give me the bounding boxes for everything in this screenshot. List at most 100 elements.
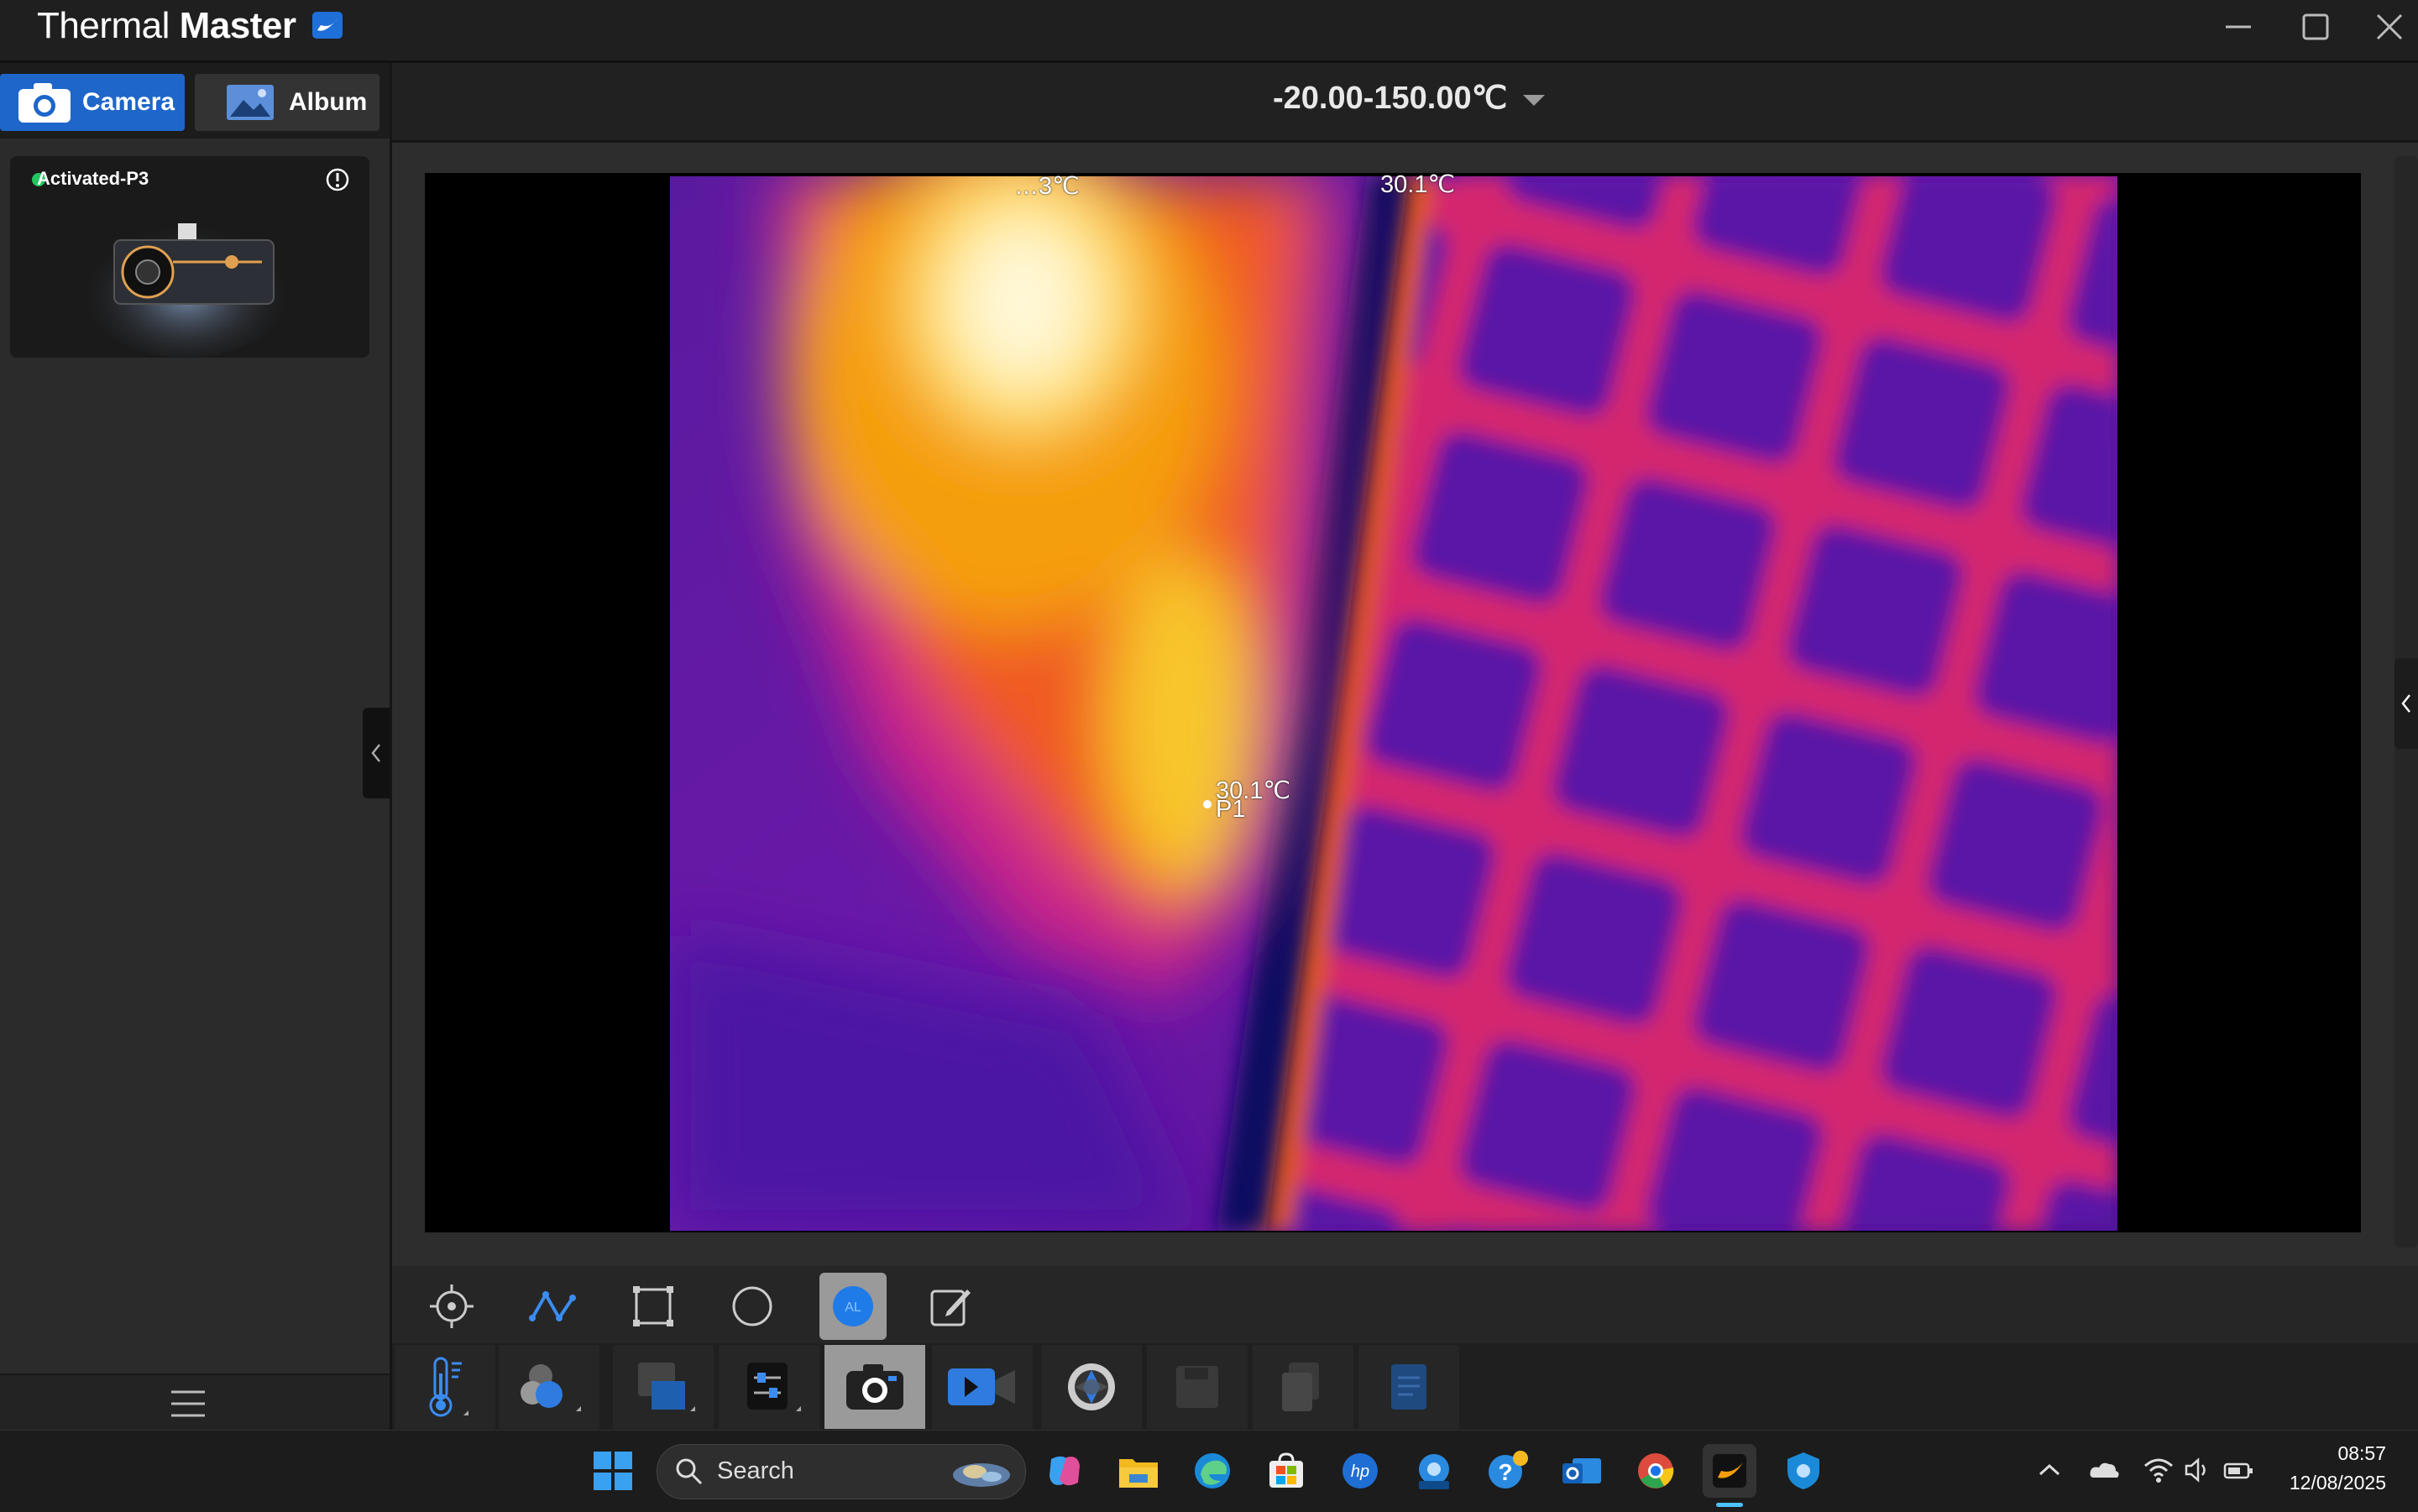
taskbar-help[interactable]: ? <box>1481 1444 1535 1498</box>
annotate-tool-button[interactable] <box>917 1273 984 1340</box>
taskbar-thermal-master[interactable] <box>1703 1444 1756 1498</box>
tab-camera[interactable]: Camera <box>0 74 185 131</box>
collapse-panel-button[interactable] <box>363 708 390 798</box>
save-button[interactable] <box>1147 1345 1248 1429</box>
tray-volume[interactable] <box>2183 1456 2213 1488</box>
circle-icon <box>732 1286 772 1326</box>
chrome-icon <box>1638 1453 1674 1488</box>
clock-date[interactable]: 12/08/2025 <box>2280 1472 2386 1494</box>
cloud-icon <box>2090 1462 2119 1478</box>
chevron-left-icon <box>2401 694 2410 713</box>
auto-measure-tool-button[interactable]: AL <box>819 1273 887 1340</box>
video-record-icon <box>948 1368 1015 1405</box>
spot-tool-button[interactable] <box>418 1273 485 1340</box>
menu-strip <box>0 1373 390 1431</box>
copy-button[interactable] <box>1253 1345 1353 1429</box>
thermal-image[interactable] <box>670 126 2117 1231</box>
report-button[interactable] <box>1358 1345 1459 1429</box>
svg-text:?: ? <box>1498 1459 1512 1485</box>
measurement-toolbar <box>392 1266 2418 1343</box>
wifi-icon <box>2144 1458 2173 1483</box>
thermometer-icon <box>429 1357 468 1417</box>
title-bar <box>0 0 2418 63</box>
taskbar-outlook[interactable] <box>1555 1444 1609 1498</box>
spot-label-top-left: …3℃ <box>1014 173 1080 200</box>
maximize-button[interactable] <box>2277 0 2354 54</box>
line-tool-button[interactable] <box>519 1273 586 1340</box>
copy-icon <box>1282 1363 1319 1411</box>
tab-album-label: Album <box>289 88 368 116</box>
auto-measure-icon: AL <box>833 1286 873 1326</box>
taskbar-store[interactable] <box>1259 1444 1313 1498</box>
hamburger-menu-icon[interactable] <box>170 1387 207 1420</box>
start-button[interactable] <box>586 1444 640 1498</box>
taskbar-file-explorer[interactable] <box>1112 1444 1165 1498</box>
shutter-button[interactable] <box>1041 1345 1142 1429</box>
save-icon <box>1176 1366 1218 1408</box>
taskbar-search-box[interactable] <box>657 1444 1026 1499</box>
max-temp-label: 30.1℃ <box>1380 171 1456 198</box>
record-button[interactable] <box>932 1345 1033 1429</box>
tab-album[interactable]: Album <box>195 74 379 131</box>
maximize-icon <box>2302 13 2329 40</box>
settings-sliders-icon <box>747 1363 801 1411</box>
tray-wifi[interactable] <box>2143 1456 2175 1488</box>
search-placeholder: Search <box>717 1457 794 1484</box>
taskbar-vpn[interactable] <box>1777 1444 1830 1498</box>
shield-icon <box>1787 1452 1819 1489</box>
taskbar-edge[interactable] <box>1185 1444 1239 1498</box>
taskbar-hp[interactable]: hp <box>1333 1444 1387 1498</box>
taskbar-chrome[interactable] <box>1629 1444 1683 1498</box>
active-app-indicator <box>1716 1503 1743 1507</box>
close-button[interactable] <box>2351 0 2418 54</box>
close-icon <box>2376 13 2403 40</box>
svg-text:AL: AL <box>845 1300 861 1315</box>
rectangle-icon <box>633 1286 673 1326</box>
chevron-up-icon <box>2039 1463 2060 1476</box>
chevron-left-icon <box>371 744 380 762</box>
tray-overflow-chevron[interactable] <box>2035 1457 2064 1487</box>
taskbar-copilot[interactable] <box>1038 1444 1091 1498</box>
settings-button[interactable] <box>719 1345 819 1429</box>
edit-icon <box>930 1290 971 1326</box>
palette-button[interactable] <box>499 1345 599 1429</box>
copilot-icon <box>1049 1456 1080 1486</box>
minimize-button[interactable] <box>2200 0 2277 54</box>
report-icon <box>1391 1364 1426 1410</box>
album-icon <box>227 85 274 120</box>
temperature-button[interactable] <box>395 1345 495 1429</box>
search-icon <box>676 1458 703 1485</box>
p1-name-label: P1 <box>1216 796 1246 823</box>
spot-marker-p1[interactable] <box>1203 800 1212 808</box>
beta-app-icon <box>1419 1454 1449 1489</box>
tab-camera-label: Camera <box>82 88 175 116</box>
help-icon: ? <box>1489 1451 1528 1488</box>
temperature-range-select[interactable]: -20.00-150.00℃ <box>1273 79 1547 117</box>
search-highlight-icon <box>953 1463 1010 1487</box>
shutter-icon <box>1068 1363 1115 1410</box>
tray-battery[interactable] <box>2223 1459 2255 1487</box>
hp-icon: hp <box>1342 1453 1378 1488</box>
tray-onedrive[interactable] <box>2087 1457 2121 1487</box>
temperature-range-value: -20.00-150.00℃ <box>1273 81 1508 116</box>
target-icon <box>430 1284 474 1328</box>
folder-icon <box>1119 1459 1158 1488</box>
circle-tool-button[interactable] <box>719 1273 786 1340</box>
snapshot-button[interactable] <box>824 1345 925 1429</box>
store-icon <box>1269 1452 1303 1488</box>
clock-time[interactable]: 08:57 <box>2317 1442 2386 1465</box>
outlook-icon <box>1562 1458 1601 1483</box>
taskbar-beta-app[interactable] <box>1407 1444 1461 1498</box>
battery-icon <box>2223 1462 2253 1479</box>
expand-right-panel-button[interactable] <box>2394 658 2418 749</box>
minimize-icon <box>2226 25 2251 29</box>
edge-icon <box>1195 1453 1230 1488</box>
thermal-master-app-icon <box>1713 1454 1746 1488</box>
palette-icon <box>521 1364 581 1411</box>
windows-logo-icon <box>594 1452 632 1490</box>
volume-icon <box>2185 1457 2206 1483</box>
overlay-button[interactable] <box>613 1345 714 1429</box>
svg-text:hp: hp <box>1351 1462 1369 1481</box>
overlay-icon <box>638 1363 695 1411</box>
rectangle-tool-button[interactable] <box>620 1273 687 1340</box>
